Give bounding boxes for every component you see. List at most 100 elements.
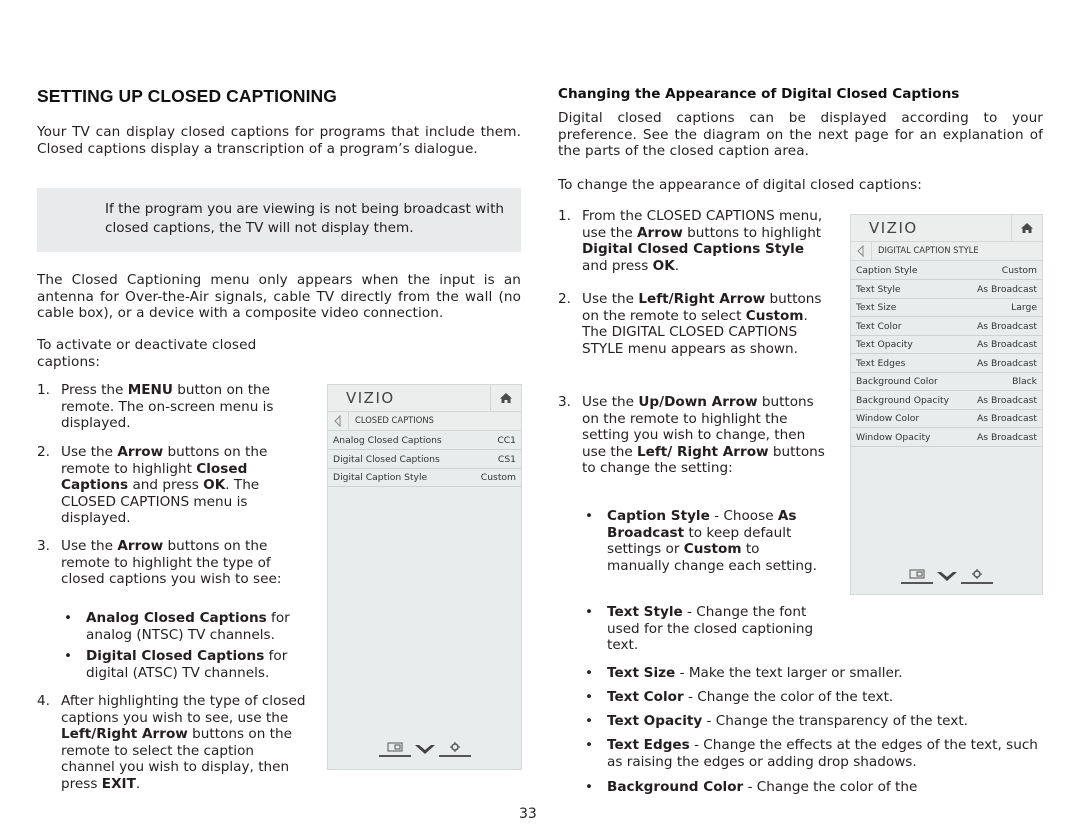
menu-row-value: Black (1012, 376, 1037, 387)
menu-row-value: As Broadcast (976, 283, 1037, 295)
menu-topbar: VIZIO (328, 385, 521, 412)
menu-row[interactable]: Window Opacity As Broadcast (851, 428, 1042, 447)
chevron-button[interactable] (936, 568, 958, 581)
text-run: After highlighting the type of closed ca… (61, 693, 306, 726)
bold-term: MENU (127, 382, 173, 398)
right-intro-paragraph: Digital closed captions can be displayed… (558, 110, 1043, 160)
menu-row[interactable]: Text Style As Broadcast (851, 280, 1042, 299)
menu-footer (328, 737, 521, 757)
menu-footer (851, 564, 1042, 584)
menu-row-value: As Broadcast (976, 413, 1037, 424)
bold-term: Text Size (607, 665, 676, 681)
menu-row-label: Digital Closed Captions (333, 453, 440, 465)
bullet-dot: • (64, 648, 73, 664)
text-run: - Change the color of the (743, 779, 918, 795)
menu-breadcrumb: DIGITAL CAPTION STYLE (851, 242, 1042, 261)
chevron-button[interactable] (414, 741, 436, 754)
menu-row[interactable]: Window Color As Broadcast (851, 409, 1042, 428)
menu-row[interactable]: Background Color Black (851, 372, 1042, 391)
home-button[interactable] (1011, 215, 1042, 241)
step-text: After highlighting the type of closed ca… (61, 693, 307, 793)
wide-screen-icon (378, 742, 411, 757)
bullet-text: Digital Closed Captions for digital (ATS… (86, 648, 314, 681)
text-run: . (674, 257, 680, 274)
back-button[interactable] (851, 242, 872, 260)
wide-button[interactable] (900, 564, 933, 584)
home-icon (1021, 223, 1033, 233)
back-arrow-icon (334, 414, 341, 428)
step-text: Use the Up/Down Arrow buttons on the rem… (582, 394, 828, 477)
bold-term: Left/ Right Arrow (637, 443, 769, 460)
bullet-text: Text Edges - Change the effects at the e… (607, 737, 1043, 770)
step-text: Use the Arrow buttons on the remote to h… (61, 538, 307, 588)
text-run: and press (582, 257, 653, 274)
menu-row[interactable]: Caption Style Custom (851, 261, 1042, 280)
bullet-text: Text Opacity - Change the transparency o… (607, 713, 1043, 730)
bold-term: OK (652, 257, 675, 274)
bold-term: EXIT (101, 775, 136, 792)
step-text: From the CLOSED CAPTIONS menu, use the A… (582, 208, 828, 274)
bold-term: Custom (745, 307, 804, 324)
menu-row-value: Custom (1001, 265, 1037, 276)
back-button[interactable] (328, 412, 349, 430)
home-icon (500, 393, 512, 403)
bullet-text: Caption Style - Choose As Broadcast to k… (607, 508, 817, 574)
bullet-dot: • (585, 604, 594, 620)
text-run: - Choose (709, 508, 778, 524)
text-run: - Make the text larger or smaller. (675, 665, 903, 681)
bullet-text: Text Size - Make the text larger or smal… (607, 665, 1043, 682)
menu-row-value: CC1 (497, 435, 516, 446)
menu-row-label: Text Color (856, 320, 902, 332)
wide-button[interactable] (378, 737, 411, 757)
bullet-text: Background Color - Change the color of t… (607, 779, 1043, 796)
back-arrow-icon (857, 244, 864, 258)
menu-row[interactable]: Text Size Large (851, 298, 1042, 317)
menu-row-label: Caption Style (856, 265, 918, 276)
bold-term: Text Color (607, 689, 684, 705)
menu-row-value: Large (1011, 302, 1037, 313)
step-number: 4. (37, 693, 50, 709)
menu-row[interactable]: Text Edges As Broadcast (851, 354, 1042, 373)
text-run: Use the (582, 394, 639, 410)
step-number: 3. (37, 538, 50, 554)
chevron-down-icon (936, 572, 957, 581)
bullet-text: Text Color - Change the color of the tex… (607, 689, 1043, 706)
home-button[interactable] (490, 385, 521, 411)
bold-term: OK (203, 477, 226, 494)
menu-breadcrumb: CLOSED CAPTIONS (328, 412, 521, 431)
step-number: 2. (558, 291, 571, 307)
change-intro: To change the appearance of digital clos… (558, 177, 922, 193)
closed-captions-menu: VIZIO CLOSED CAPTIONS Analog Closed Capt… (327, 384, 522, 770)
step-number: 1. (37, 382, 50, 398)
bullet-dot: • (585, 779, 594, 795)
menu-row-value: Custom (480, 472, 516, 483)
bold-term: Caption Style (607, 508, 710, 524)
text-run: Use the (61, 538, 118, 554)
menu-row-label: Text Edges (856, 357, 906, 369)
intro-paragraph: Your TV can display closed captions for … (37, 124, 521, 157)
text-run: Press the (61, 382, 128, 398)
note-text: If the program you are viewing is not be… (105, 201, 505, 236)
digital-caption-style-menu: VIZIO DIGITAL CAPTION STYLE Caption Styl… (850, 214, 1043, 595)
menu-row-value: As Broadcast (976, 394, 1037, 406)
chevron-down-icon (414, 745, 435, 754)
menu-title: DIGITAL CAPTION STYLE (878, 245, 979, 255)
menu-row[interactable]: Text Color As Broadcast (851, 317, 1042, 336)
text-run: . (135, 775, 141, 792)
menu-row[interactable]: Text Opacity As Broadcast (851, 335, 1042, 354)
menu-row[interactable]: Digital Caption Style Custom (328, 468, 521, 487)
menu-row[interactable]: Analog Closed Captions CC1 (328, 431, 521, 450)
settings-button[interactable] (438, 737, 471, 757)
menu-row[interactable]: Background Opacity As Broadcast (851, 391, 1042, 410)
bold-term: Analog Closed Captions (86, 610, 267, 626)
bold-term: Background Color (607, 779, 744, 795)
bold-term: Left/Right Arrow (638, 291, 766, 307)
bold-term: Digital Closed Captions Style (582, 241, 805, 258)
menu-row-label: Text Size (856, 302, 897, 313)
bold-term: Arrow (637, 224, 683, 241)
menu-row[interactable]: Digital Closed Captions CS1 (328, 450, 521, 469)
text-run: - Change the transparency of the text. (702, 713, 968, 729)
step-text: Press the MENU button on the remote. The… (61, 382, 307, 432)
settings-button[interactable] (960, 564, 993, 584)
menu-topbar: VIZIO (851, 215, 1042, 242)
